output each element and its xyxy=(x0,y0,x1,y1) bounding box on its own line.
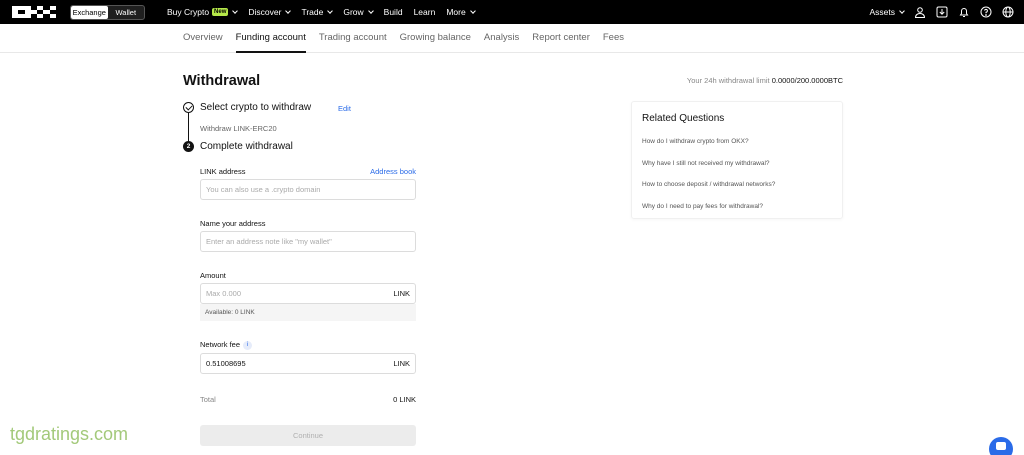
tab-fees[interactable]: Fees xyxy=(603,24,624,53)
network-fee-label: Network fee i xyxy=(200,340,253,350)
nav-label: Grow xyxy=(343,7,364,17)
name-placeholder: Enter an address note like "my wallet" xyxy=(206,237,332,246)
amount-label: Amount xyxy=(200,271,226,280)
step2-number: 2 xyxy=(183,141,194,152)
chevron-down-icon xyxy=(285,8,292,14)
withdrawal-limit: Your 24h withdrawal limit 0.0000/200.000… xyxy=(687,76,843,85)
step1-label: Select crypto to withdraw xyxy=(200,102,312,113)
total-value: 0 LINK xyxy=(393,395,416,404)
step-connector xyxy=(188,113,189,142)
nav-label: Trade xyxy=(301,7,324,17)
tab-trading-account[interactable]: Trading account xyxy=(319,24,387,53)
related-question-link[interactable]: How do I withdraw crypto from OKX? xyxy=(642,138,749,145)
globe-icon[interactable] xyxy=(1002,6,1014,18)
help-icon[interactable] xyxy=(980,6,992,18)
related-questions-panel: Related Questions How do I withdraw cryp… xyxy=(631,101,843,219)
account-tabs: Overview Funding account Trading account… xyxy=(183,24,624,53)
address-placeholder: You can also use a .crypto domain xyxy=(206,185,321,194)
wallet-toggle[interactable]: Wallet xyxy=(108,6,145,19)
nav-label: Build xyxy=(383,7,403,17)
exchange-wallet-toggle: Exchange Wallet xyxy=(70,5,145,20)
address-label: LINK address xyxy=(200,167,246,176)
chevron-down-icon xyxy=(367,8,374,14)
related-question-link[interactable]: Why do I need to pay fees for withdrawal… xyxy=(642,203,763,210)
amount-unit: LINK xyxy=(393,289,410,298)
chat-support-button[interactable] xyxy=(989,437,1013,455)
user-icon[interactable] xyxy=(914,6,926,18)
nav-grow[interactable]: Grow xyxy=(343,7,374,17)
exchange-toggle[interactable]: Exchange xyxy=(71,6,108,19)
okx-logo[interactable] xyxy=(12,6,56,18)
nav-label: Learn xyxy=(413,7,436,17)
tab-growing-balance[interactable]: Growing balance xyxy=(400,24,471,53)
new-badge: New xyxy=(212,8,229,16)
top-nav-bar: Exchange Wallet Buy Crypto New Discover … xyxy=(0,0,1024,24)
fee-label-text: Network fee xyxy=(200,340,241,349)
fee-value: 0.51008695 xyxy=(206,359,246,368)
assets-label: Assets xyxy=(869,7,895,17)
network-fee-field: 0.51008695 LINK xyxy=(200,353,416,374)
nav-label: Discover xyxy=(248,7,282,17)
tab-funding-account[interactable]: Funding account xyxy=(235,24,306,53)
page-title: Withdrawal xyxy=(183,73,261,89)
tab-report-center[interactable]: Report center xyxy=(532,24,590,53)
chevron-down-icon xyxy=(469,8,476,14)
fee-unit: LINK xyxy=(393,359,410,368)
main-nav: Buy Crypto New Discover Trade Grow Build… xyxy=(167,0,476,24)
nav-build[interactable]: Build xyxy=(384,7,403,17)
nav-trade[interactable]: Trade xyxy=(301,7,334,17)
header-actions: Assets xyxy=(869,0,1014,24)
address-name-input[interactable]: Enter an address note like "my wallet" xyxy=(200,231,416,252)
nav-label: Buy Crypto xyxy=(167,7,210,17)
related-question-link[interactable]: Why have I still not received my withdra… xyxy=(642,160,770,167)
info-icon[interactable]: i xyxy=(243,340,253,350)
amount-input[interactable]: Max 0.000 LINK xyxy=(200,283,416,304)
step2-label: Complete withdrawal xyxy=(200,141,293,152)
address-book-link[interactable]: Address book xyxy=(370,167,416,176)
total-label: Total xyxy=(200,395,216,404)
tab-overview[interactable]: Overview xyxy=(183,24,223,53)
edit-link[interactable]: Edit xyxy=(338,104,351,113)
bell-icon[interactable] xyxy=(958,6,970,18)
continue-button[interactable]: Continue xyxy=(200,425,416,446)
chevron-down-icon xyxy=(899,8,905,14)
nav-buy-crypto[interactable]: Buy Crypto New xyxy=(167,7,239,17)
nav-label: More xyxy=(446,7,466,17)
available-balance: Available: 0 LINK xyxy=(200,304,416,321)
check-circle-icon xyxy=(183,102,194,113)
chevron-down-icon xyxy=(232,8,239,14)
tab-analysis[interactable]: Analysis xyxy=(484,24,519,53)
chat-bubble-icon xyxy=(996,442,1006,450)
amount-placeholder: Max 0.000 xyxy=(206,289,242,298)
limit-label: Your 24h withdrawal limit xyxy=(686,76,770,85)
selected-crypto: Withdraw LINK-ERC20 xyxy=(200,124,277,133)
assets-menu[interactable]: Assets xyxy=(869,7,905,17)
related-question-link[interactable]: How to choose deposit / withdrawal netwo… xyxy=(642,181,775,188)
chevron-down-icon xyxy=(327,8,334,14)
download-icon[interactable] xyxy=(936,6,948,18)
address-input[interactable]: You can also use a .crypto domain xyxy=(200,179,416,200)
limit-value: 0.0000/200.0000BTC xyxy=(771,76,843,85)
name-label: Name your address xyxy=(200,219,266,228)
watermark: tgdratings.com xyxy=(10,424,129,444)
nav-discover[interactable]: Discover xyxy=(248,7,292,17)
account-subnav: Overview Funding account Trading account… xyxy=(0,24,1024,53)
nav-more[interactable]: More xyxy=(446,7,476,17)
related-questions-title: Related Questions xyxy=(642,113,725,124)
nav-learn[interactable]: Learn xyxy=(414,7,436,17)
